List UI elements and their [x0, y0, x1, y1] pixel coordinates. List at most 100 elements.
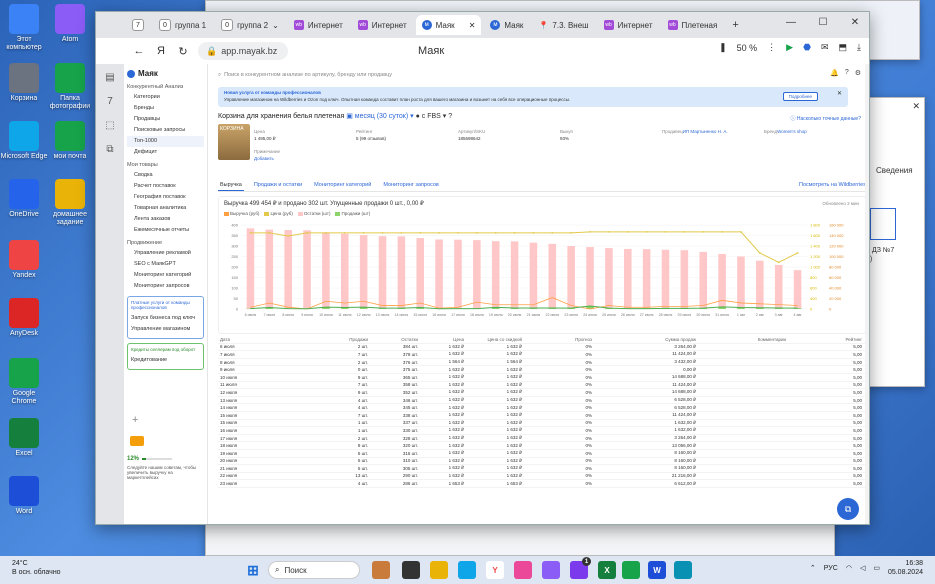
sidebar-section-title[interactable]: Конкурентный Анализ — [127, 84, 204, 90]
taskbar-app-word[interactable]: W — [648, 561, 666, 579]
period-selector[interactable]: ▣ месяц (30 суток) ▾ — [346, 113, 413, 120]
minimize-button[interactable]: — — [775, 12, 807, 32]
column-header[interactable]: Комментарии — [696, 337, 786, 342]
extension-chat-icon[interactable]: ✉ — [821, 42, 829, 53]
url-field[interactable]: 🔒 app.mayak.bz — [198, 42, 288, 60]
brand-link[interactable]: Women's shop — [777, 129, 807, 134]
extensions-icon[interactable]: ⬒ — [839, 42, 848, 53]
extension-play-icon[interactable]: ▶ — [786, 42, 793, 53]
banner-more-button[interactable]: Подробнее — [782, 92, 818, 101]
start-button[interactable]: ⊞ — [244, 561, 262, 579]
weather-widget[interactable]: 24°C В осн. облачно — [12, 559, 61, 577]
sidebar-item[interactable]: Лента заказов — [127, 214, 204, 225]
taskbar-app-store[interactable]: 1 — [570, 557, 591, 579]
promo-item-credit[interactable]: Кредитование — [131, 355, 200, 366]
taskbar-app-explorer[interactable] — [430, 561, 448, 579]
promo-item-launch[interactable]: Запуск бизнеса под ключ — [131, 313, 200, 324]
mail-icon[interactable] — [130, 436, 144, 446]
download-icon[interactable]: ⤓ — [857, 42, 861, 53]
desktop-icon[interactable]: Корзина — [0, 63, 48, 103]
chevron-up-icon[interactable]: ⌃ — [810, 564, 816, 572]
sidebar-item[interactable]: Поисковые запросы — [127, 125, 204, 136]
taskbar-app-promo[interactable] — [372, 561, 390, 579]
product-image[interactable]: КОРЗИНА — [218, 124, 250, 160]
menu-icon[interactable]: ⋮ — [767, 42, 776, 53]
close-icon[interactable]: ✕ — [837, 90, 842, 97]
help-icon[interactable]: ? — [845, 69, 849, 77]
extension-mayak-icon[interactable]: ⬣ — [803, 42, 811, 53]
tab-category-monitoring[interactable]: Мониторинг категорий — [312, 180, 373, 191]
column-header[interactable]: Рейтинг — [786, 337, 862, 342]
downloads-icon[interactable]: ⬚ — [103, 120, 117, 134]
taskbar-app-yandex[interactable]: Y — [486, 561, 504, 579]
close-window-button[interactable]: ✕ — [839, 12, 869, 32]
sidebar-item[interactable]: Сводка — [127, 170, 204, 181]
zoom-level[interactable]: 50 % — [737, 43, 758, 53]
yandex-icon[interactable]: Я — [154, 45, 168, 57]
column-header[interactable]: Цена — [418, 337, 464, 342]
desktop-icon[interactable]: Yandex — [0, 240, 48, 280]
column-header[interactable]: Остатки — [368, 337, 418, 342]
desktop-icon[interactable]: Word — [0, 476, 48, 516]
tab-revenue[interactable]: Выручка — [218, 180, 244, 191]
tab-internet-2[interactable]: wb Интернет — [352, 15, 413, 35]
desktop-icon[interactable]: Microsoft Edge — [0, 121, 48, 161]
wifi-icon[interactable]: ◠ — [846, 564, 852, 572]
refresh-icon[interactable]: ↻ — [176, 45, 190, 58]
taskbar-app-messenger[interactable] — [542, 561, 560, 579]
language-indicator[interactable]: РУС — [824, 565, 838, 572]
tab-mayak-2[interactable]: м Маяк — [484, 15, 529, 35]
legend-item[interactable]: Продажи (шт) — [335, 211, 370, 216]
tab-group-2[interactable]: 0 группа 2 ⌄ — [215, 15, 285, 35]
sidebar-item[interactable]: Бренды — [127, 103, 204, 114]
sidebar-item[interactable]: Управление рекламой — [127, 248, 204, 259]
app-logo[interactable]: Маяк — [127, 69, 204, 78]
sidebar-item[interactable]: Расчет поставок — [127, 181, 204, 192]
taskbar-app-other[interactable] — [674, 561, 692, 579]
promo-item-manage[interactable]: Управление магазином — [131, 324, 200, 335]
sidebar-item[interactable]: Дефицит — [127, 147, 204, 158]
accuracy-link[interactable]: ⓘ Насколько точные данные? — [790, 115, 861, 122]
workspace-icon[interactable]: 7 — [103, 96, 117, 110]
volume-icon[interactable]: ◁ — [860, 564, 865, 572]
desktop-icon[interactable]: мои почта — [46, 121, 94, 161]
clock[interactable]: 16:38 05.08.2024 — [888, 559, 923, 577]
sidebar-item[interactable]: Топ-1000 — [127, 136, 204, 147]
tab-pletenaya[interactable]: wb Плетеная — [662, 15, 724, 35]
chevron-down-icon[interactable]: ⌄ — [272, 21, 279, 30]
bookmark-icon[interactable]: ❚ — [719, 42, 727, 53]
desktop-icon[interactable]: OneDrive — [0, 179, 48, 219]
sidebar-section-title[interactable]: Мои товары — [127, 162, 204, 168]
taskbar-app-edge[interactable] — [458, 561, 476, 579]
sidebar-section-title[interactable]: Продвижение — [127, 240, 204, 246]
background-window-bottom[interactable] — [205, 520, 835, 556]
column-header[interactable]: Продажи — [258, 337, 368, 342]
taskbar-search[interactable]: ⌕ Поиск — [268, 561, 360, 579]
taskbar-app-chrome[interactable] — [622, 561, 640, 579]
sidebar-item[interactable]: Ежемесячные отчеты — [127, 225, 204, 236]
collections-icon[interactable]: ▤ — [103, 72, 117, 86]
tab-external[interactable]: 📍 7.3. Внеш — [532, 15, 594, 35]
wildberries-link[interactable]: Посмотреть на Wildberries — [797, 180, 868, 191]
sidebar-item[interactable]: Товарная аналитика — [127, 203, 204, 214]
taskbar-app-excel[interactable]: X — [598, 561, 616, 579]
sidebar-item[interactable]: SEO с МаякGPT — [127, 259, 204, 270]
sidebar-item[interactable]: Категории — [127, 92, 204, 103]
tab-sales-stock[interactable]: Продажи и остатки — [252, 180, 304, 191]
tab-group-1[interactable]: 0 группа 1 — [153, 15, 212, 35]
sidebar-item[interactable]: Продавцы — [127, 114, 204, 125]
page-scrollbar[interactable] — [865, 64, 869, 524]
back-icon[interactable]: ← — [132, 45, 146, 57]
tab-internet-3[interactable]: wb Интернет — [598, 15, 659, 35]
battery-icon[interactable]: ▭ — [873, 564, 880, 572]
settings-icon[interactable]: ⚙ — [855, 69, 861, 77]
column-header[interactable]: Дата — [218, 337, 258, 342]
sidebar-item[interactable]: Мониторинг категорий — [127, 270, 204, 281]
desktop-icon[interactable]: Этот компьютер — [0, 4, 48, 52]
workspace-tab[interactable]: 7 — [126, 15, 150, 35]
maximize-button[interactable]: ☐ — [807, 12, 839, 32]
new-tab-button[interactable]: + — [726, 15, 744, 35]
close-icon[interactable]: ✕ — [469, 21, 476, 30]
legend-item[interactable]: Остатки (шт) — [297, 211, 330, 216]
bell-icon[interactable]: 🔔 — [830, 69, 839, 77]
